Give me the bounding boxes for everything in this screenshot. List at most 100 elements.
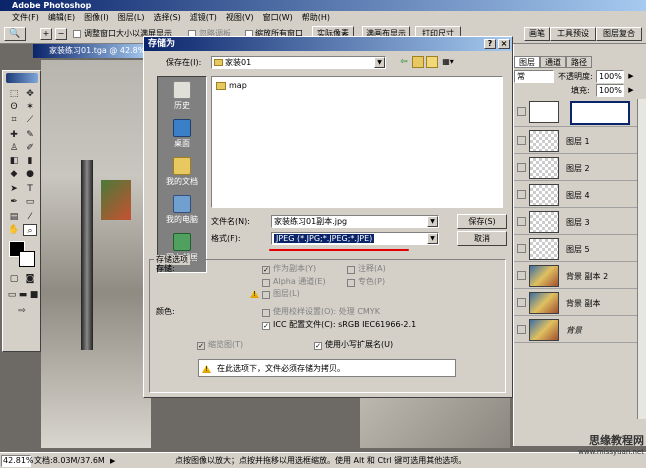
eyedropper-tool-icon[interactable]: ⁄ [23, 211, 37, 223]
standard-mode-icon[interactable]: ▢ [7, 273, 21, 285]
menu-image[interactable]: 图像(I) [84, 12, 109, 23]
place-my-computer[interactable]: 我的电脑 [158, 195, 206, 225]
menu-filter[interactable]: 滤镜(T) [190, 12, 217, 23]
dialog-close-button[interactable]: × [498, 39, 510, 49]
eye-icon[interactable] [517, 163, 526, 172]
document-canvas[interactable] [41, 60, 151, 448]
cancel-button[interactable]: 取消 [457, 231, 507, 246]
menu-view[interactable]: 视图(V) [226, 12, 254, 23]
move-tool-icon[interactable]: ✥ [23, 88, 37, 100]
brush-tool-icon[interactable]: ✎ [23, 129, 37, 141]
opacity-slider-arrow-icon[interactable]: ▶ [626, 70, 636, 82]
back-icon[interactable]: ⇦ [398, 56, 410, 68]
eye-icon[interactable] [517, 107, 526, 116]
history-brush-tool-icon[interactable]: ✐ [23, 142, 37, 154]
hand-tool-icon[interactable]: ✋ [7, 224, 21, 236]
alpha-channels-checkbox[interactable] [262, 279, 270, 287]
eye-icon[interactable] [517, 298, 526, 307]
save-button[interactable]: 保存(S) [457, 214, 507, 229]
eye-icon[interactable] [517, 271, 526, 280]
layer-row-background-copy-2[interactable]: 背景 副本 2 [514, 263, 637, 289]
view-menu-icon[interactable]: ▦▾ [440, 56, 456, 68]
path-selection-tool-icon[interactable]: ➤ [7, 183, 21, 195]
resize-windows-checkbox[interactable] [73, 30, 81, 38]
notes-tool-icon[interactable]: ▤ [7, 211, 21, 223]
adobe-online-icon[interactable] [6, 73, 38, 83]
zoom-out-icon[interactable]: − [55, 28, 67, 40]
eye-icon[interactable] [517, 136, 526, 145]
type-tool-icon[interactable]: T [23, 183, 37, 195]
layer-row-layer-1[interactable]: 图层 1 [514, 128, 637, 154]
eye-icon[interactable] [517, 244, 526, 253]
eye-icon[interactable] [517, 325, 526, 334]
use-proof-setup-checkbox[interactable] [262, 309, 270, 317]
clone-stamp-tool-icon[interactable]: ♙ [7, 142, 21, 154]
tab-paths[interactable]: 路径 [566, 56, 592, 68]
eraser-tool-icon[interactable]: ◧ [7, 155, 21, 167]
shape-tool-icon[interactable]: ▭ [23, 196, 37, 208]
layer-row-layer-4[interactable]: 图层 4 [514, 182, 637, 208]
layer-mask-thumbnail[interactable] [570, 101, 630, 125]
layer-row-background-copy[interactable]: 背景 副本 [514, 290, 637, 316]
layer-row-background[interactable]: 背景 [514, 317, 637, 343]
background-color-swatch[interactable] [19, 251, 35, 267]
tab-channels[interactable]: 通道 [540, 56, 566, 68]
layers-scrollbar[interactable] [637, 99, 646, 419]
menu-help[interactable]: 帮助(H) [302, 12, 330, 23]
zoom-level-field[interactable]: 42.81% [1, 455, 34, 467]
eye-icon[interactable] [517, 190, 526, 199]
magic-wand-tool-icon[interactable]: ✶ [23, 101, 37, 113]
place-my-documents[interactable]: 我的文档 [158, 157, 206, 187]
layer-row-layer-3[interactable]: 图层 3 [514, 209, 637, 235]
save-in-dropdown[interactable]: 家装01 ▼ [211, 56, 386, 69]
layers-checkbox[interactable] [262, 291, 270, 299]
icc-profile-checkbox[interactable]: ✓ [262, 322, 270, 330]
new-folder-icon[interactable] [426, 56, 438, 68]
menu-select[interactable]: 选择(S) [153, 12, 180, 23]
filename-input[interactable]: 家装练习01副本.jpg ▼ [271, 215, 439, 228]
palette-tab-brushes[interactable]: 画笔 [524, 27, 550, 41]
menu-window[interactable]: 窗口(W) [263, 12, 293, 23]
palette-tab-layer-comps[interactable]: 图层复合 [596, 27, 642, 41]
document-titlebar[interactable]: 家装练习01.tga @ 42.8% (背景 副本... [33, 44, 148, 58]
marquee-tool-icon[interactable]: ⬚ [7, 88, 21, 100]
gradient-tool-icon[interactable]: ▮ [23, 155, 37, 167]
opacity-input[interactable]: 100% [596, 70, 624, 83]
eye-icon[interactable] [517, 217, 526, 226]
zoom-in-icon[interactable]: + [40, 28, 52, 40]
screen-mode-full-icon[interactable]: ■ [27, 289, 41, 301]
dialog-help-button[interactable]: ? [484, 39, 496, 49]
place-history[interactable]: 历史 [158, 81, 206, 111]
tab-layers[interactable]: 图层 [514, 56, 540, 68]
thumbnail-checkbox[interactable]: ✓ [197, 342, 205, 350]
menu-file[interactable]: 文件(F) [12, 12, 39, 23]
dodge-tool-icon[interactable]: ● [23, 168, 37, 180]
blend-mode-dropdown[interactable]: 常 [514, 70, 554, 83]
menu-edit[interactable]: 编辑(E) [48, 12, 75, 23]
spot-colors-checkbox[interactable] [347, 279, 355, 287]
place-desktop[interactable]: 桌面 [158, 119, 206, 149]
as-copy-checkbox[interactable]: ✓ [262, 266, 270, 274]
quick-mask-icon[interactable]: ◙ [23, 273, 37, 285]
format-dropdown[interactable]: JPEG (*.JPG;*.JPEG;*.JPE) ▼ [271, 232, 439, 245]
blur-tool-icon[interactable]: ◆ [7, 168, 21, 180]
zoom-tool-icon[interactable]: ⌕ [23, 224, 37, 236]
healing-brush-tool-icon[interactable]: ✚ [7, 129, 21, 141]
pen-tool-icon[interactable]: ✒ [7, 196, 21, 208]
lowercase-ext-checkbox[interactable]: ✓ [314, 342, 322, 350]
zoom-tool-preset-icon[interactable]: 🔍 [4, 27, 26, 41]
list-item[interactable]: map [216, 81, 247, 90]
status-menu-arrow-icon[interactable]: ▶ [110, 456, 118, 466]
file-list[interactable]: map [211, 76, 503, 208]
layer-row-layer-2[interactable]: 图层 2 [514, 155, 637, 181]
lasso-tool-icon[interactable]: ʘ [7, 101, 21, 113]
annotations-checkbox[interactable] [347, 266, 355, 274]
fill-input[interactable]: 100% [596, 84, 624, 97]
jump-to-imageready-icon[interactable]: ⇨ [15, 305, 29, 317]
fill-slider-arrow-icon[interactable]: ▶ [626, 84, 636, 96]
layer-row-adjustment[interactable] [514, 99, 637, 127]
palette-tab-tool-presets[interactable]: 工具预设 [550, 27, 596, 41]
crop-tool-icon[interactable]: ⌗ [7, 114, 21, 126]
layer-row-layer-5[interactable]: 图层 5 [514, 236, 637, 262]
menu-layer[interactable]: 图层(L) [118, 12, 145, 23]
